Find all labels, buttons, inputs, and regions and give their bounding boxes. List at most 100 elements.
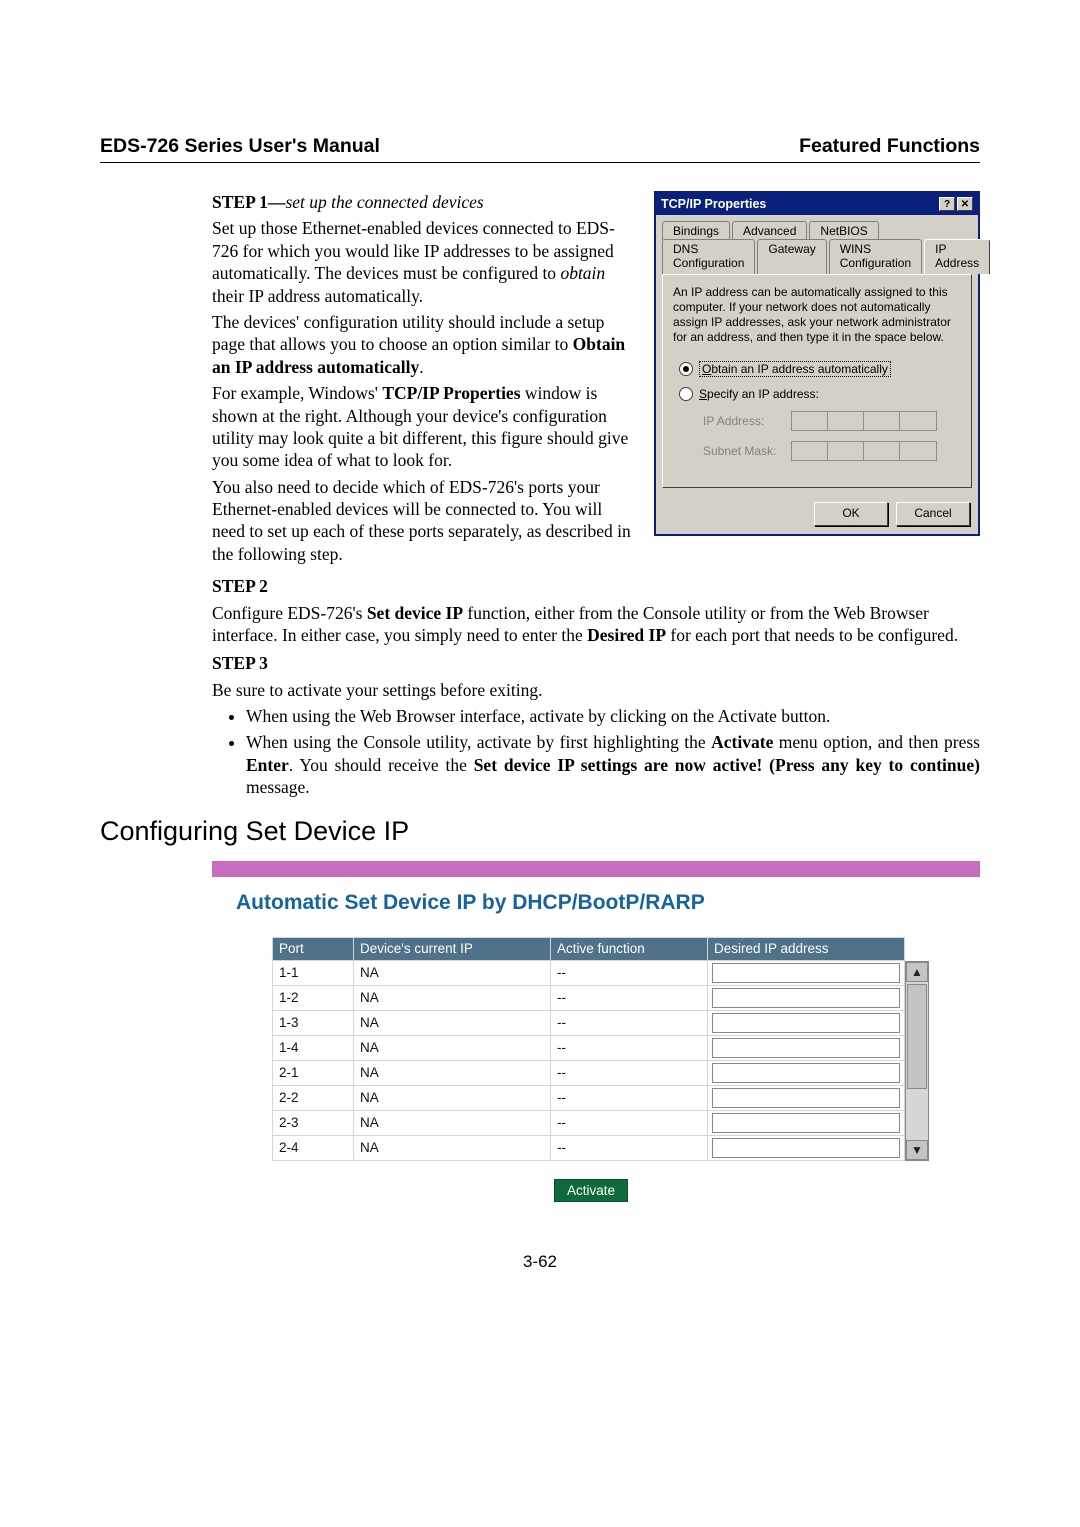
- step1-p2a: The devices' configuration utility shoul…: [212, 312, 604, 354]
- device-ip-table: Port Device's current IP Active function…: [272, 937, 905, 1161]
- li2-c: menu option, and then press: [773, 732, 980, 752]
- tab-dns[interactable]: DNS Configuration: [662, 239, 755, 274]
- step2-d: Desired IP: [587, 625, 666, 645]
- cell-port: 2-1: [273, 1061, 354, 1086]
- step3-p: Be sure to activate your settings before…: [212, 679, 980, 701]
- cell-fn: --: [551, 1036, 708, 1061]
- activate-button[interactable]: Activate: [554, 1179, 628, 1202]
- scroll-up-icon[interactable]: ▲: [906, 962, 928, 982]
- step1-subtitle: set up the connected devices: [285, 192, 483, 212]
- step1-p2c: .: [419, 357, 423, 377]
- table-row: 1-3NA--: [273, 1011, 905, 1036]
- tab-advanced[interactable]: Advanced: [732, 221, 807, 240]
- li2-a: When using the Console utility, activate…: [246, 732, 711, 752]
- scroll-thumb[interactable]: [907, 984, 927, 1089]
- cell-ip: NA: [354, 1136, 551, 1161]
- step2-e: for each port that needs to be configure…: [666, 625, 958, 645]
- dialog-note: An IP address can be automatically assig…: [673, 285, 961, 345]
- close-icon[interactable]: ✕: [957, 197, 973, 211]
- cell-ip: NA: [354, 1086, 551, 1111]
- ok-button[interactable]: OK: [814, 502, 888, 526]
- step1-p3a: For example, Windows': [212, 383, 382, 403]
- cell-fn: --: [551, 1061, 708, 1086]
- table-row: 2-1NA--: [273, 1061, 905, 1086]
- tab-netbios[interactable]: NetBIOS: [809, 221, 878, 240]
- step3-li2: When using the Console utility, activate…: [246, 731, 980, 798]
- subnet-mask-label: Subnet Mask:: [703, 444, 781, 458]
- li2-g: message.: [246, 777, 310, 797]
- table-row: 2-2NA--: [273, 1086, 905, 1111]
- cancel-button[interactable]: Cancel: [896, 502, 970, 526]
- tcpip-dialog: TCP/IP Properties ? ✕ Bindings Advanced …: [654, 191, 980, 536]
- dialog-tabs-row1: Bindings Advanced NetBIOS DNS Configurat…: [662, 221, 972, 274]
- brand-bar: [212, 861, 980, 877]
- desired-ip-input[interactable]: [712, 1138, 900, 1158]
- desired-ip-input[interactable]: [712, 1013, 900, 1033]
- cell-fn: --: [551, 1011, 708, 1036]
- cell-port: 1-1: [273, 961, 354, 986]
- cell-port: 2-3: [273, 1111, 354, 1136]
- table-row: 2-3NA--: [273, 1111, 905, 1136]
- desired-ip-input[interactable]: [712, 1063, 900, 1083]
- li2-e: . You should receive the: [289, 755, 474, 775]
- step1-p1-em: obtain: [560, 263, 605, 283]
- cell-ip: NA: [354, 961, 551, 986]
- page-header: EDS-726 Series User's Manual Featured Fu…: [100, 135, 980, 163]
- cell-port: 2-4: [273, 1136, 354, 1161]
- step1-p3b: TCP/IP Properties: [382, 383, 520, 403]
- dialog-footer: OK Cancel: [656, 494, 978, 534]
- cell-port: 1-3: [273, 1011, 354, 1036]
- step1-p4: You also need to decide which of EDS-726…: [212, 476, 632, 566]
- step1-p1c: their IP address automatically.: [212, 286, 423, 306]
- desired-ip-input[interactable]: [712, 1088, 900, 1108]
- subnet-mask-row: Subnet Mask:: [703, 441, 961, 461]
- tab-wins[interactable]: WINS Configuration: [829, 239, 922, 274]
- panel-title: Automatic Set Device IP by DHCP/BootP/RA…: [236, 891, 970, 915]
- cell-ip: NA: [354, 1061, 551, 1086]
- cell-port: 1-2: [273, 986, 354, 1011]
- tab-bindings[interactable]: Bindings: [662, 221, 730, 240]
- subnet-mask-field[interactable]: [791, 441, 937, 461]
- radio-obtain-label: btain an IP address automatically: [711, 362, 888, 376]
- desired-ip-input[interactable]: [712, 1038, 900, 1058]
- step3-li1: When using the Web Browser interface, ac…: [246, 705, 980, 727]
- cell-port: 1-4: [273, 1036, 354, 1061]
- th-current-ip[interactable]: Device's current IP: [354, 938, 551, 961]
- table-row: 1-2NA--: [273, 986, 905, 1011]
- table-scrollbar[interactable]: ▲ ▼: [905, 961, 929, 1161]
- step1-label: STEP 1—: [212, 192, 285, 212]
- cell-ip: NA: [354, 1011, 551, 1036]
- chapter-title: Featured Functions: [799, 135, 980, 158]
- th-active-fn[interactable]: Active function: [551, 938, 708, 961]
- step2-label: STEP 2: [212, 575, 980, 597]
- th-desired-ip[interactable]: Desired IP address: [708, 938, 905, 961]
- table-row: 1-1NA--: [273, 961, 905, 986]
- radio-specify-row[interactable]: Specify an IP address:: [679, 387, 961, 401]
- step2-b: Set device IP: [367, 603, 463, 623]
- cell-fn: --: [551, 1136, 708, 1161]
- th-port[interactable]: Port: [273, 938, 354, 961]
- desired-ip-input[interactable]: [712, 1113, 900, 1133]
- desired-ip-input[interactable]: [712, 988, 900, 1008]
- help-icon[interactable]: ?: [939, 197, 955, 211]
- cell-ip: NA: [354, 986, 551, 1011]
- tab-gateway[interactable]: Gateway: [757, 239, 826, 274]
- dialog-titlebar[interactable]: TCP/IP Properties ? ✕: [656, 193, 978, 215]
- table-row: 2-4NA--: [273, 1136, 905, 1161]
- radio-obtain[interactable]: [679, 362, 693, 376]
- scroll-down-icon[interactable]: ▼: [906, 1140, 928, 1160]
- cell-fn: --: [551, 986, 708, 1011]
- section-title: Configuring Set Device IP: [100, 816, 980, 847]
- page-number: 3-62: [100, 1252, 980, 1272]
- ip-address-label: IP Address:: [703, 414, 781, 428]
- step2-a: Configure EDS-726's: [212, 603, 367, 623]
- step3-bullets: When using the Web Browser interface, ac…: [246, 705, 980, 798]
- ip-address-field[interactable]: [791, 411, 937, 431]
- cell-fn: --: [551, 1086, 708, 1111]
- ip-address-row: IP Address:: [703, 411, 961, 431]
- radio-obtain-row[interactable]: Obtain an IP address automatically: [679, 361, 961, 377]
- radio-specify[interactable]: [679, 387, 693, 401]
- tab-ipaddress[interactable]: IP Address: [924, 239, 990, 274]
- li2-b: Activate: [711, 732, 773, 752]
- desired-ip-input[interactable]: [712, 963, 900, 983]
